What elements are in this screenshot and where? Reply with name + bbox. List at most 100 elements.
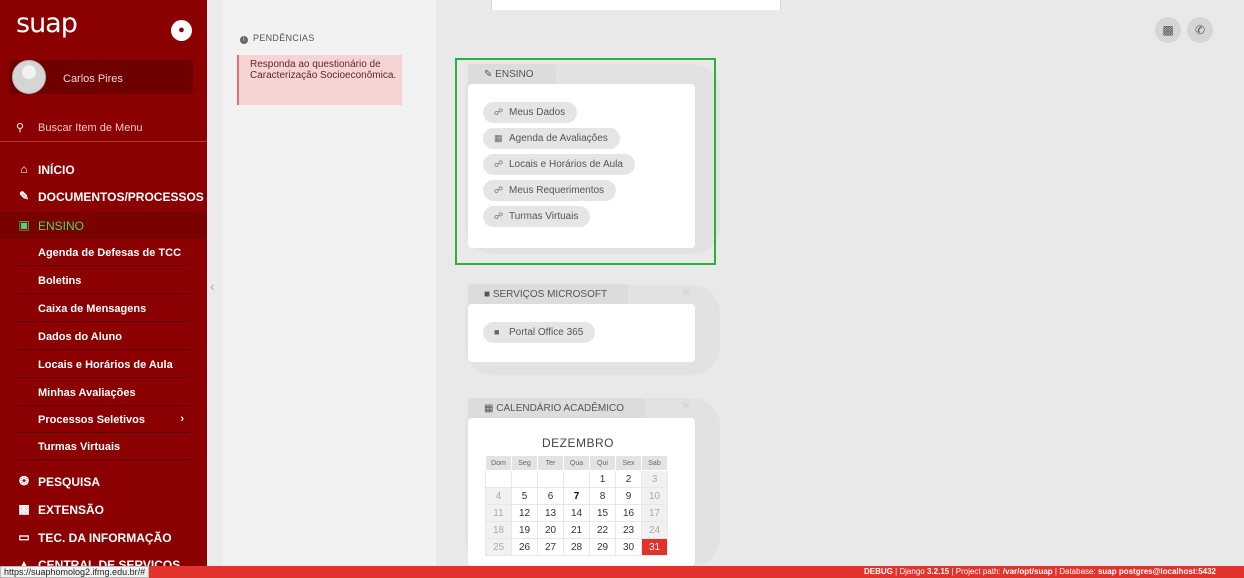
menu-label: PESQUISA	[38, 475, 101, 489]
calendar-day[interactable]: 28	[563, 538, 590, 556]
calendar-day[interactable]: 5	[511, 487, 538, 505]
info-icon: i	[240, 36, 248, 44]
extension-icon: ▩	[18, 502, 30, 516]
submenu-locais-horarios[interactable]: Locais e Horários de Aula	[16, 351, 190, 378]
menu-item-ensino[interactable]: ▣ ENSINO	[0, 212, 207, 239]
calendar-day[interactable]: 4	[485, 487, 512, 505]
calendar-empty	[511, 470, 538, 488]
bell-icon[interactable]: ●	[171, 20, 192, 41]
calendar-week: 18 19 20 21 22 23 24	[485, 521, 668, 539]
menu-item-inicio[interactable]: ⌂ INÍCIO	[0, 156, 207, 182]
menu-item-ti[interactable]: ▭ TEC. DA INFORMAÇÃO	[0, 524, 207, 550]
calendar-day[interactable]: 8	[589, 487, 616, 505]
search-input[interactable]: Buscar Item de Menu	[38, 122, 143, 134]
menu-item-documentos[interactable]: ✎ DOCUMENTOS/PROCESSOS	[0, 183, 207, 209]
calendar-day[interactable]: 3	[641, 470, 668, 488]
highlight-box	[455, 58, 716, 265]
calendar-day[interactable]: 26	[511, 538, 538, 556]
calendar-month: DEZEMBRO	[541, 436, 614, 450]
submenu-turmas-virtuais[interactable]: Turmas Virtuais	[16, 433, 190, 460]
calendar-day[interactable]: 16	[615, 504, 642, 522]
submenu-label: Caixa de Mensagens	[38, 303, 147, 315]
submenu-label: Agenda de Defesas de TCC	[38, 247, 182, 259]
close-icon[interactable]: ✕	[681, 399, 691, 413]
pendencias-title: i PENDÊNCIAS	[240, 33, 315, 44]
user-name[interactable]: Carlos Pires	[63, 73, 123, 85]
submenu-agenda-defesas[interactable]: Agenda de Defesas de TCC	[16, 239, 190, 266]
menu-item-pesquisa[interactable]: ❂ PESQUISA	[0, 468, 207, 494]
calendar-day[interactable]: 7	[563, 487, 590, 505]
pendencia-alert-text[interactable]: Responda ao questionário de Caracterizaç…	[250, 59, 398, 81]
calendar-day[interactable]: 14	[563, 504, 590, 522]
calendar-day[interactable]: 11	[485, 504, 512, 522]
ensino-icon: ▣	[18, 218, 30, 232]
calendar-week: 123	[485, 470, 668, 488]
calendar-day[interactable]: 9	[615, 487, 642, 505]
calendar-day[interactable]: 27	[537, 538, 564, 556]
home-icon: ⌂	[20, 162, 28, 176]
top-strip	[491, 0, 781, 10]
windows-icon: ■	[494, 327, 500, 337]
submenu-label: Processos Seletivos	[38, 414, 146, 426]
widget-tab-microsoft[interactable]: ■ SERVIÇOS MICROSOFT	[468, 284, 628, 304]
calendar-empty	[537, 470, 564, 488]
calendar-day[interactable]: 20	[537, 521, 564, 539]
weekday: Qui	[589, 455, 616, 471]
calendar-table: Dom Seg Ter Qua Qui Sex Sab 1 2 3 4 5 6 7 8 9 10 1…	[485, 455, 668, 556]
chevron-left-icon[interactable]: ‹	[210, 278, 215, 294]
submenu-dados-aluno[interactable]: Dados do Aluno	[16, 323, 190, 350]
chevron-right-icon: ›	[180, 413, 184, 425]
debug-info: DEBUG | Django 3.2.15 | Project path: /v…	[863, 567, 1216, 576]
close-icon[interactable]: ✕	[681, 285, 691, 299]
weekday: Sex	[615, 455, 642, 471]
calendar-day[interactable]: 29	[589, 538, 616, 556]
submenu-caixa-mensagens[interactable]: Caixa de Mensagens	[16, 295, 190, 322]
submenu-label: Locais e Horários de Aula	[38, 359, 173, 371]
weekday: Ter	[537, 455, 564, 471]
windows-icon: ■	[484, 289, 491, 300]
calendar-day[interactable]: 13	[537, 504, 564, 522]
calendar-empty	[563, 470, 590, 488]
sidebar: suap ● Carlos Pires ⚲ Buscar Item de Men…	[0, 0, 207, 578]
weekday: Seg	[511, 455, 538, 471]
pdf-icon[interactable]: ▩	[1155, 17, 1181, 43]
calendar-day[interactable]: 22	[589, 521, 616, 539]
avatar[interactable]	[12, 60, 46, 94]
suap-logo[interactable]: suap	[16, 8, 78, 39]
submenu-label: Dados do Aluno	[38, 331, 122, 343]
weekday: Dom	[485, 455, 512, 471]
calendar-day[interactable]: 17	[641, 504, 668, 522]
document-icon: ✎	[18, 189, 30, 203]
weekday: Sab	[641, 455, 668, 471]
calendar-day[interactable]: 24	[641, 521, 668, 539]
calendar-weekdays: Dom Seg Ter Qua Qui Sex Sab	[485, 455, 668, 471]
calendar-icon: ▦	[484, 403, 494, 414]
calendar-day[interactable]: 31	[641, 538, 668, 556]
submenu-label: Minhas Avaliações	[38, 387, 136, 399]
menu-label: INÍCIO	[38, 163, 75, 177]
calendar-day[interactable]: 18	[485, 521, 512, 539]
menu-item-extensao[interactable]: ▩ EXTENSÃO	[0, 496, 207, 522]
calendar-day[interactable]: 25	[485, 538, 512, 556]
calendar-day[interactable]: 30	[615, 538, 642, 556]
calendar-day[interactable]: 19	[511, 521, 538, 539]
submenu-processos-seletivos[interactable]: Processos Seletivos ›	[16, 406, 190, 433]
calendar-day[interactable]: 1	[589, 470, 616, 488]
calendar-day[interactable]: 10	[641, 487, 668, 505]
calendar-day[interactable]: 21	[563, 521, 590, 539]
computer-icon: ▭	[18, 530, 30, 544]
menu-label: ENSINO	[38, 219, 85, 233]
calendar-week: 11 12 13 14 15 16 17	[485, 504, 668, 522]
widget-tab-calendario[interactable]: ▦ CALENDÁRIO ACADÊMICO	[468, 398, 646, 418]
link-portal-office[interactable]: ■ Portal Office 365	[483, 322, 596, 343]
calendar-day[interactable]: 15	[589, 504, 616, 522]
globe-icon: ❂	[18, 474, 30, 488]
submenu-boletins[interactable]: Boletins	[16, 267, 190, 294]
calendar-day[interactable]: 6	[537, 487, 564, 505]
calendar-day[interactable]: 2	[615, 470, 642, 488]
calendar-day[interactable]: 12	[511, 504, 538, 522]
phone-icon[interactable]: ✆	[1187, 17, 1213, 43]
submenu-minhas-avaliacoes[interactable]: Minhas Avaliações	[16, 379, 190, 406]
status-url: https://suaphomolog2.ifmg.edu.br/#	[0, 566, 150, 578]
calendar-day[interactable]: 23	[615, 521, 642, 539]
